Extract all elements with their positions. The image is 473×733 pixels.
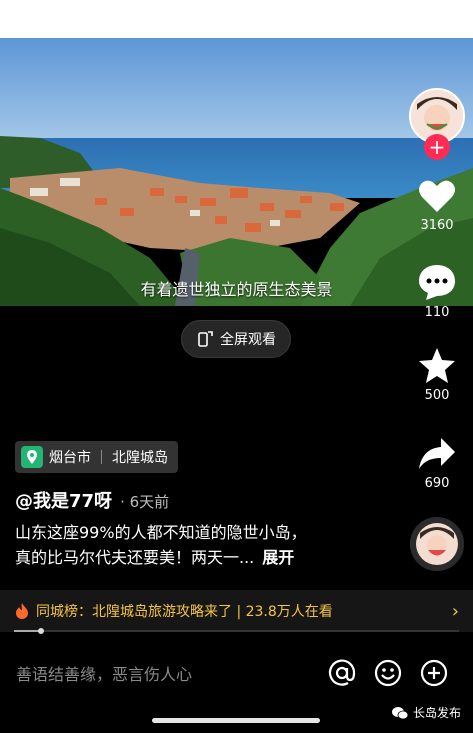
follow-plus-button[interactable]: +	[424, 134, 450, 160]
post-description: 山东这座99%的人都不知道的隐世小岛， 真的比马尔代夫还要美！两天一... 展开	[15, 520, 365, 570]
location-divider	[101, 450, 102, 464]
video-frame	[0, 38, 473, 306]
home-indicator[interactable]	[152, 718, 320, 723]
rotate-screen-icon	[198, 331, 213, 347]
video-player[interactable]	[0, 38, 473, 306]
smiley-icon	[374, 659, 402, 687]
description-line-2-text: 真的比马尔代夫还要美！两天一...	[15, 548, 255, 567]
like-count: 3160	[420, 218, 454, 233]
watermark-text: 长岛发布	[413, 706, 462, 720]
expand-link[interactable]: 展开	[262, 548, 294, 567]
local-ranking-banner[interactable]: 同城榜：北隍城岛旅游攻略来了 | 23.8万人在看 ›	[0, 590, 473, 632]
flame-icon	[16, 603, 28, 619]
description-line-2: 真的比马尔代夫还要美！两天一... 展开	[15, 545, 365, 570]
share-arrow-icon	[419, 438, 455, 469]
at-sign-icon	[328, 659, 356, 686]
location-city: 烟台市	[49, 450, 91, 466]
add-button[interactable]	[411, 650, 457, 696]
status-bar	[0, 0, 473, 38]
author-name[interactable]: @我是77呀	[15, 487, 112, 513]
star-icon	[419, 348, 455, 383]
share-count: 690	[424, 476, 450, 491]
fullscreen-label: 全屏观看	[220, 332, 276, 348]
mention-button[interactable]	[319, 650, 365, 696]
comment-icon	[419, 265, 455, 300]
music-disc[interactable]	[410, 517, 464, 571]
emoji-button[interactable]	[365, 650, 411, 696]
comment-button[interactable]: 110	[405, 263, 469, 320]
playback-progress[interactable]	[14, 628, 459, 634]
comment-count: 110	[424, 305, 450, 320]
description-line-1: 山东这座99%的人都不知道的隐世小岛，	[15, 523, 307, 542]
favorite-button[interactable]: 500	[405, 346, 469, 403]
chevron-right-icon: ›	[451, 600, 459, 622]
heart-icon	[419, 180, 455, 212]
wechat-icon	[392, 706, 409, 719]
map-pin-icon	[21, 446, 43, 468]
like-button[interactable]: 3160	[405, 178, 469, 233]
fullscreen-button[interactable]: 全屏观看	[181, 320, 291, 358]
post-time: · 6天前	[120, 493, 170, 511]
share-button[interactable]: 690	[405, 436, 469, 491]
location-tag[interactable]: 烟台市 北隍城岛	[15, 441, 178, 473]
music-cover-image	[416, 523, 458, 565]
comment-input[interactable]: 善语结善缘，恶言伤人心	[16, 661, 319, 685]
favorite-count: 500	[424, 388, 450, 403]
comment-input-bar: 善语结善缘，恶言伤人心	[0, 642, 473, 704]
plus-circle-icon	[420, 659, 448, 687]
post-author-row: @我是77呀 · 6天前	[15, 487, 169, 513]
video-subtitle: 有着遗世独立的原生态美景	[140, 280, 333, 299]
plus-icon: +	[428, 135, 446, 159]
post-time-text: 6天前	[129, 493, 170, 511]
progress-fill	[14, 630, 41, 632]
banner-text: 同城榜：北隍城岛旅游攻略来了 | 23.8万人在看	[36, 604, 333, 620]
progress-handle[interactable]	[37, 628, 44, 634]
watermark: 长岛发布	[391, 704, 461, 721]
location-place: 北隍城岛	[112, 450, 168, 466]
